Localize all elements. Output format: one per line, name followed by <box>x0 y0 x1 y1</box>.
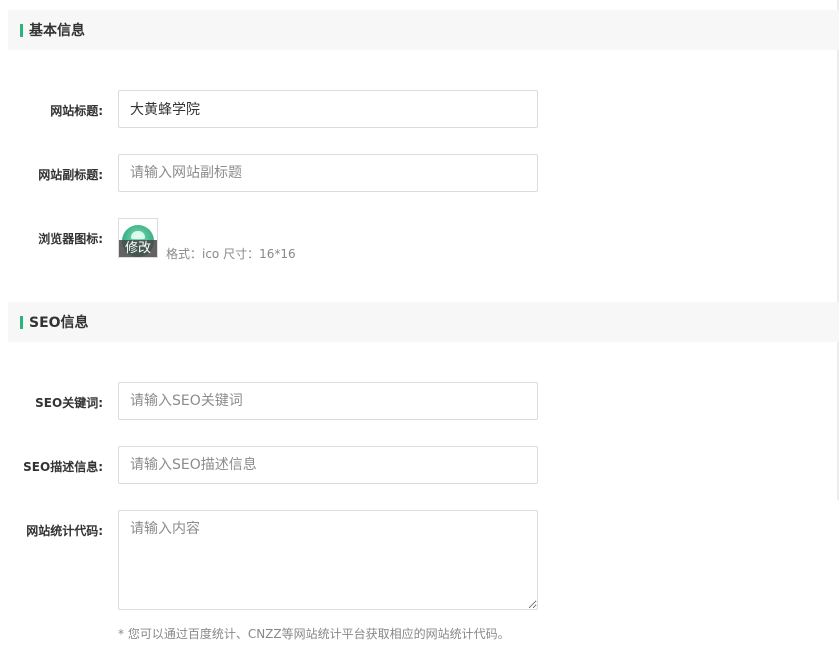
seo-info-section-header: SEO信息 <box>8 302 839 342</box>
seo-info-section-title: SEO信息 <box>29 315 89 331</box>
site-title-label: 网站标题: <box>50 104 103 118</box>
site-subtitle-label: 网站副标题: <box>38 168 103 182</box>
analytics-code-textarea[interactable] <box>118 510 538 610</box>
seo-description-input[interactable] <box>118 446 538 484</box>
site-title-input[interactable] <box>118 90 538 128</box>
favicon-logo-mark <box>131 231 145 239</box>
analytics-code-label: 网站统计代码: <box>26 524 103 538</box>
favicon-upload[interactable]: 修改 <box>118 218 158 258</box>
seo-description-label: SEO描述信息: <box>23 460 103 474</box>
seo-keywords-input[interactable] <box>118 382 538 420</box>
favicon-edit-button[interactable]: 修改 <box>119 240 157 257</box>
site-subtitle-input[interactable] <box>118 154 538 192</box>
section-accent-bar <box>20 315 23 329</box>
basic-info-section-title: 基本信息 <box>29 23 85 39</box>
analytics-code-hint: * 您可以通过百度统计、CNZZ等网站统计平台获取相应的网站统计代码。 <box>118 627 510 641</box>
favicon-format-hint: 格式：ico 尺寸：16*16 <box>166 247 296 261</box>
favicon-label: 浏览器图标: <box>38 232 103 246</box>
basic-info-section-header: 基本信息 <box>8 10 839 50</box>
seo-keywords-label: SEO关键词: <box>35 396 103 410</box>
section-accent-bar <box>20 23 23 37</box>
